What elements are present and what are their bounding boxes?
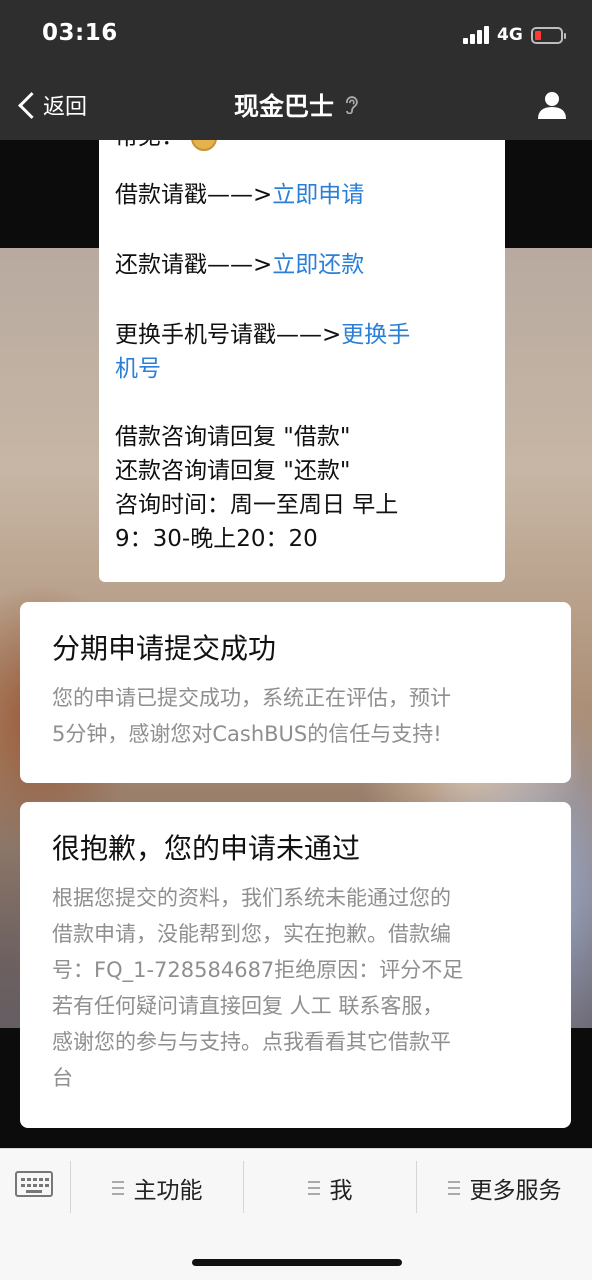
nav-bar: 返回 现金巴士 [0, 70, 592, 140]
hours-line-2: 9：30-晚上20：20 [115, 526, 318, 552]
card-title: 很抱歉，您的申请未通过 [52, 832, 361, 865]
battery-level [535, 31, 541, 40]
status-time: 03:16 [42, 20, 118, 46]
borrow-prefix: 借款请戳——> [115, 182, 273, 208]
menu-lines-icon [447, 1181, 460, 1195]
nav-title-wrap: 现金巴士 [0, 70, 592, 140]
keyboard-toggle-button[interactable] [0, 1149, 70, 1227]
keyboard-icon [15, 1171, 53, 1197]
card-title: 分期申请提交成功 [52, 632, 277, 665]
application-rejected-card[interactable]: 很抱歉，您的申请未通过 根据您提交的资料，我们系统未能通过您的 借款申请，没能帮… [20, 802, 571, 1128]
card-body: 根据您提交的资料，我们系统未能通过您的 借款申请，没能帮到您，实在抱歉。借款编 … [52, 880, 547, 1096]
partial-line-text: 常见： [115, 140, 184, 150]
menu-item-more-services[interactable]: 更多服务 [417, 1149, 592, 1227]
card-body-line: 您的申请已提交成功，系统正在评估，预计 [52, 686, 451, 710]
coin-icon [191, 140, 218, 151]
home-indicator [192, 1259, 402, 1266]
repay-now-link[interactable]: 立即还款 [272, 252, 364, 278]
profile-icon[interactable] [536, 89, 568, 121]
reply-repay-line: 还款咨询请回复 "还款" [115, 458, 351, 484]
repay-line: 还款请戳——>立即还款 [115, 248, 489, 282]
menu-lines-icon [307, 1181, 320, 1195]
phone-line: 更换手机号请戳——>更换手 [115, 318, 489, 352]
hours-line-1: 咨询时间：周一至周日 早上 [115, 492, 399, 518]
menu-lines-icon [111, 1181, 124, 1195]
menu-item-label: 更多服务 [469, 1178, 562, 1204]
card-body-line: 台 [52, 1066, 73, 1090]
phone-prefix: 更换手机号请戳——> [115, 322, 342, 348]
status-bar: 03:16 4G [0, 0, 592, 70]
menu-item-label: 主功能 [133, 1178, 203, 1204]
card-body-line: 号：FQ_1-728584687拒绝原因：评分不足 [52, 958, 464, 982]
menu-item-label: 我 [329, 1178, 353, 1204]
battery-icon [531, 27, 566, 44]
partial-line: 常见： [115, 140, 489, 154]
apply-now-link[interactable]: 立即申请 [272, 182, 364, 208]
change-phone-link[interactable]: 更换手 [341, 322, 410, 348]
menu-item-main-functions[interactable]: 主功能 [71, 1149, 243, 1227]
page-title: 现金巴士 [233, 92, 334, 121]
message-bubble: 常见： 借款请戳——>立即申请 还款请戳——>立即还款 更换手机号请戳——>更换… [99, 140, 505, 582]
card-body-line: 根据您提交的资料，我们系统未能通过您的 [52, 886, 451, 910]
card-body-line: 感谢您的参与与支持。点我看看其它借款平 [52, 1030, 451, 1054]
repay-prefix: 还款请戳——> [115, 252, 273, 278]
card-body: 您的申请已提交成功，系统正在评估，预计 5分钟，感谢您对CashBUS的信任与支… [52, 680, 547, 752]
reply-borrow-line: 借款咨询请回复 "借款" [115, 424, 351, 450]
borrow-line: 借款请戳——>立即申请 [115, 178, 489, 212]
phone-line-2: 机号 [115, 352, 489, 386]
ear-icon [346, 96, 358, 114]
submit-success-card[interactable]: 分期申请提交成功 您的申请已提交成功，系统正在评估，预计 5分钟，感谢您对Cas… [20, 602, 571, 783]
menu-item-me[interactable]: 我 [244, 1149, 416, 1227]
card-body-line: 5分钟，感谢您对CashBUS的信任与支持! [52, 722, 442, 746]
signal-icon [463, 26, 491, 44]
chat-area[interactable]: 常见： 借款请戳——>立即申请 还款请戳——>立即还款 更换手机号请戳——>更换… [0, 140, 592, 1148]
change-phone-link-cont[interactable]: 机号 [115, 356, 161, 382]
network-label: 4G [497, 25, 523, 45]
card-body-line: 借款申请，没能帮到您，实在抱歉。借款编 [52, 922, 451, 946]
card-body-line: 若有任何疑问请直接回复 人工 联系客服， [52, 994, 444, 1018]
